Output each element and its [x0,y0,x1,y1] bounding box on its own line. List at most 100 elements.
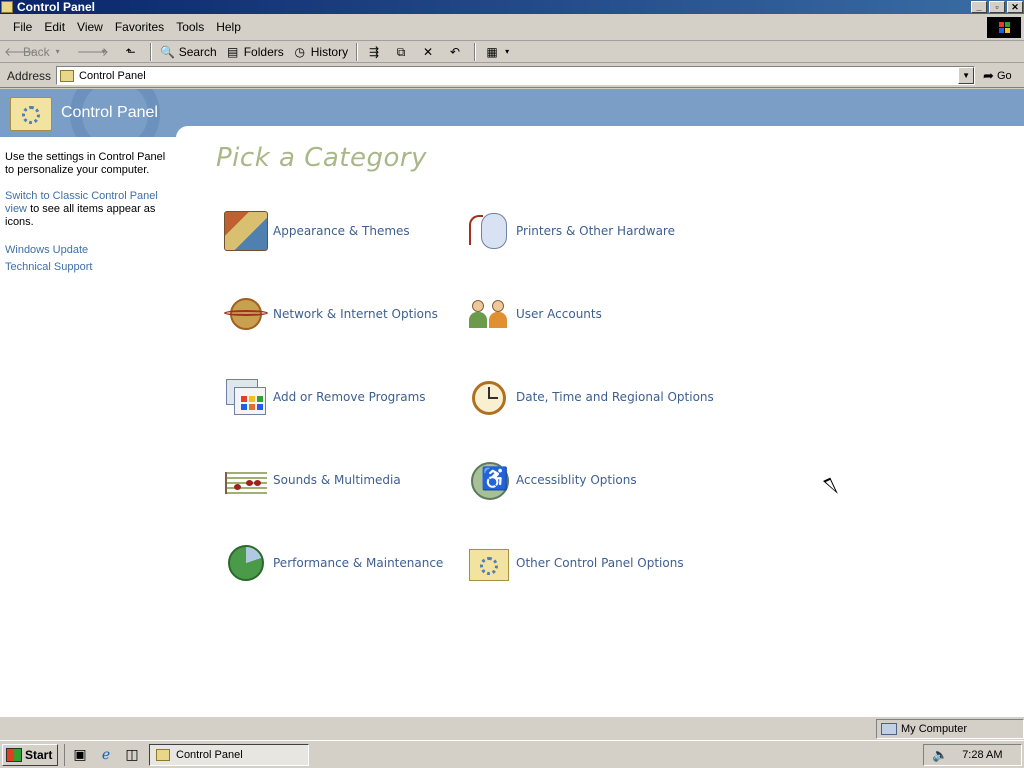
folder-gear-icon [467,543,511,583]
sidebar-intro: Use the settings in Control Panel to per… [5,151,166,176]
taskbar-item-control-panel[interactable]: Control Panel [149,743,309,766]
show-desktop-icon[interactable]: ▣ [69,745,91,765]
sidebar-switch-text: Switch to Classic Control Panel view to … [5,190,176,229]
globe-network-icon [224,294,268,334]
menu-favorites[interactable]: Favorites [109,20,170,34]
category-label: Sounds & Multimedia [273,473,401,487]
category-other-options[interactable]: Other Control Panel Options [467,543,684,583]
restore-button[interactable]: ▫ [989,1,1005,13]
menu-bar: File Edit View Favorites Tools Help [0,14,1024,41]
start-button[interactable]: Start [2,743,58,766]
copy-to-button[interactable]: ⧉ [389,42,416,62]
search-button[interactable]: 🔍 Search [156,42,221,62]
appearance-icon [224,211,268,251]
control-panel-icon [156,748,170,761]
address-label: Address [7,68,52,83]
windows-flag-icon [6,747,22,762]
volume-icon[interactable]: 🔈 [932,747,948,763]
pick-category-heading: Pick a Category [216,143,427,173]
toolbar-separator [356,42,359,61]
menu-view[interactable]: View [71,20,109,34]
views-button[interactable]: ▦ ▾ [480,42,518,62]
my-computer-icon [881,722,897,735]
search-icon: 🔍 [160,44,176,59]
taskbar: Start ▣ ℯ ◫ Control Panel 🔈 7:28 AM [0,740,1024,768]
category-network-internet[interactable]: Network & Internet Options [224,294,438,334]
category-label: Appearance & Themes [273,224,410,238]
content-area: Control Panel Use the settings in Contro… [0,89,1024,716]
category-accessibility[interactable]: ♿ Accessiblity Options [467,460,637,500]
category-printers-hardware[interactable]: Printers & Other Hardware [467,211,675,251]
control-panel-icon [60,69,75,82]
minimize-button[interactable]: _ [971,1,987,13]
header-title: Control Panel [61,104,158,121]
category-performance-maintenance[interactable]: Performance & Maintenance [224,543,443,583]
folders-icon: ▤ [227,44,239,59]
category-label: Date, Time and Regional Options [516,390,714,404]
forward-button[interactable]: 🡒 ▾ [73,42,119,62]
category-appearance-themes[interactable]: Appearance & Themes [224,211,410,251]
undo-button[interactable]: ↶ [443,42,470,62]
chevron-down-icon[interactable]: ▾ [96,45,112,59]
close-button[interactable]: ✕ [1007,1,1023,13]
control-panel-icon [1,1,13,13]
views-grid-icon: ▦ [486,44,498,59]
category-sounds-multimedia[interactable]: Sounds & Multimedia [224,460,401,500]
menu-edit[interactable]: Edit [38,20,71,34]
chevron-down-icon[interactable]: ▾ [50,45,66,59]
search-label: Search [178,44,217,59]
menu-file[interactable]: File [7,20,38,34]
go-label: Go [996,69,1012,82]
internet-explorer-icon[interactable]: ℯ [95,745,117,765]
category-user-accounts[interactable]: User Accounts [467,294,602,334]
history-button[interactable]: ◷ History [288,42,352,62]
mouse-printer-icon [467,211,511,251]
up-folder-icon: ⬑ [125,44,136,59]
pie-chart-icon [224,543,268,583]
category-label: Performance & Maintenance [273,556,444,570]
technical-support-link[interactable]: Technical Support [5,259,176,276]
move-to-icon: ⇶ [369,44,380,59]
address-input[interactable]: Control Panel ▼ [56,66,976,85]
chevron-down-icon[interactable]: ▾ [503,45,511,59]
back-label: Back [23,44,50,59]
address-bar: Address Control Panel ▼ ➦ Go [0,64,1024,88]
menu-help[interactable]: Help [210,20,247,34]
start-label: Start [25,747,53,762]
menu-tools[interactable]: Tools [170,20,210,34]
category-label: Printers & Other Hardware [516,224,675,238]
category-add-remove-programs[interactable]: Add or Remove Programs [224,377,426,417]
go-arrow-icon: ➦ [983,67,994,83]
clock[interactable]: 7:28 AM [962,749,1002,761]
users-icon [467,294,511,334]
title-bar: Control Panel _ ▫ ✕ [0,0,1024,14]
sidebar: Use the settings in Control Panel to per… [0,137,176,716]
windows-update-link[interactable]: Windows Update [5,242,176,259]
category-label: Accessiblity Options [516,473,637,487]
quick-launch: ▣ ℯ ◫ [64,743,143,766]
toolbar-separator [474,42,477,61]
address-value: Control Panel [79,69,146,82]
status-bar: My Computer [0,716,1024,740]
status-zone-label: My Computer [901,722,968,735]
folders-button[interactable]: ▤ Folders [221,42,288,62]
back-button[interactable]: 🡐 Back ▾ [0,42,73,62]
wheelchair-icon: ♿ [467,460,511,500]
category-label: Other Control Panel Options [516,556,684,570]
up-folder-button[interactable]: ⬑ [119,42,146,62]
back-arrow-icon: 🡐 [4,44,37,59]
delete-button[interactable]: ✕ [416,42,443,62]
category-label: Add or Remove Programs [273,390,426,404]
category-label: User Accounts [516,307,602,321]
system-tray: 🔈 7:28 AM [923,744,1022,766]
taskbar-item-label: Control Panel [176,748,243,761]
move-to-button[interactable]: ⇶ [362,42,389,62]
channels-icon[interactable]: ◫ [121,745,143,765]
switch-rest-text: to see all items appear as icons. [5,203,156,228]
category-label: Network & Internet Options [273,307,438,321]
address-dropdown-button[interactable]: ▼ [958,67,975,84]
go-button[interactable]: ➦ Go [983,68,1012,84]
forward-arrow-icon: 🡒 [76,44,109,59]
category-date-time-regional[interactable]: Date, Time and Regional Options [467,377,714,417]
folders-label: Folders [243,44,284,59]
